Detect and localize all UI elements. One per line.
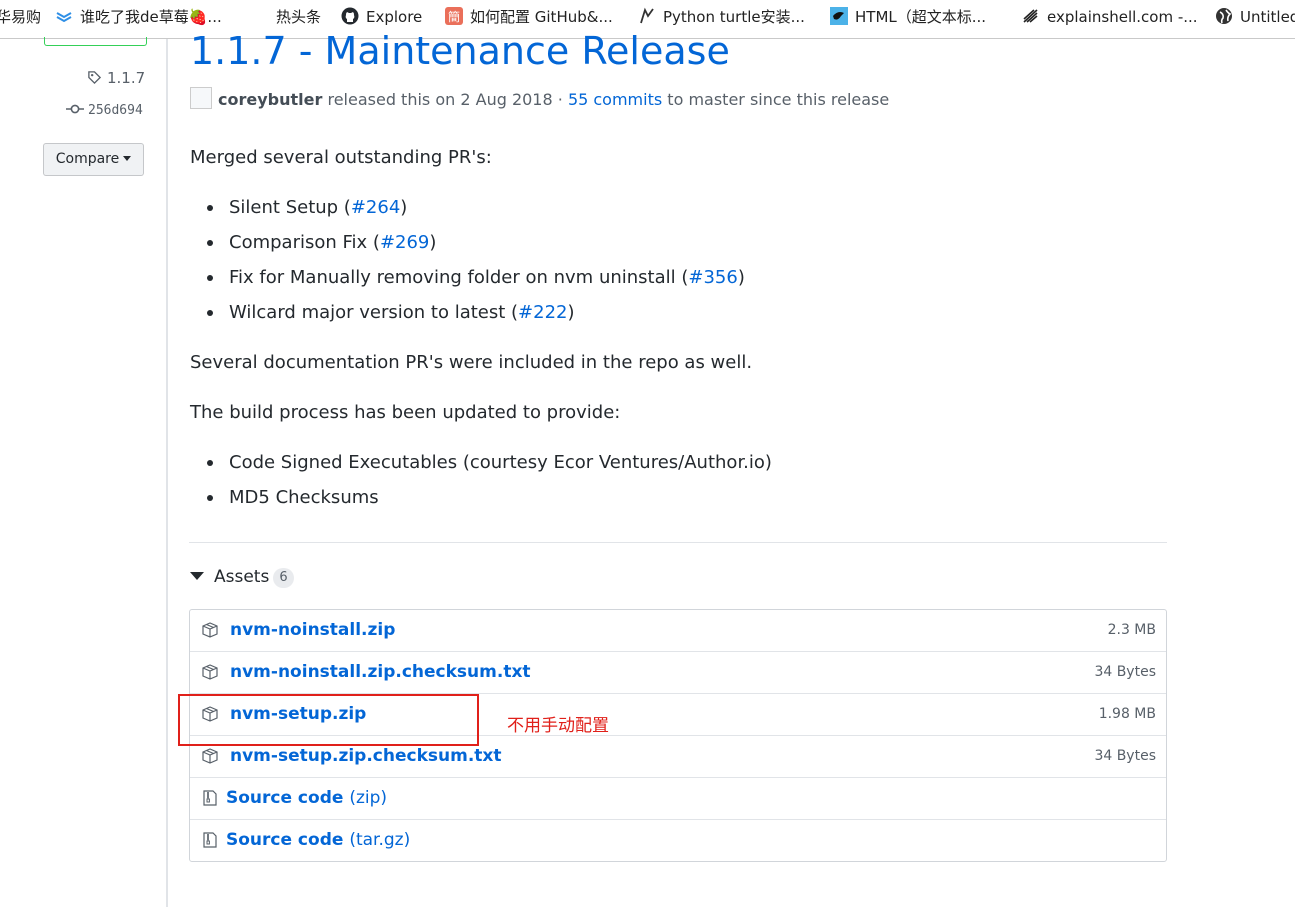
bullet — [207, 495, 213, 501]
release-meta: coreybutler released this on 2 Aug 2018 … — [190, 87, 889, 109]
bookmark-label: HTML（超文本标... — [855, 8, 987, 26]
commit-icon — [66, 104, 84, 114]
bullet — [207, 205, 213, 211]
release-tag[interactable]: 1.1.7 — [87, 69, 145, 87]
pr-link[interactable]: #264 — [351, 197, 400, 218]
bookmark-label: 热头条 — [276, 8, 322, 26]
globe-icon — [1216, 8, 1232, 24]
release-commit[interactable]: 256d694 — [66, 103, 143, 118]
package-icon — [202, 664, 218, 680]
source-row: Source code (tar.gz) — [190, 819, 1166, 861]
list-item: Code Signed Executables (courtesy Ecor V… — [207, 450, 772, 476]
asset-link[interactable]: nvm-noinstall.zip.checksum.txt — [230, 662, 531, 682]
package-icon — [202, 748, 218, 764]
bookmark-label: 华易购 — [0, 8, 42, 26]
docs-paragraph: Several documentation PR's were included… — [190, 352, 753, 373]
commits-link[interactable]: 55 commits — [568, 90, 662, 109]
turtle-icon — [640, 7, 654, 24]
release-sidebar: 1.1.7 256d694 Compare — [0, 37, 168, 907]
bookmark-label: Untitled — [1240, 8, 1295, 26]
asset-row: nvm-noinstall.zip 2.3 MB — [190, 610, 1166, 651]
bookmark-label: explainshell.com -... — [1047, 8, 1198, 26]
bookmark-1[interactable]: 华易购 — [0, 0, 41, 34]
source-row: Source code (zip) — [190, 777, 1166, 819]
commit-hash: 256d694 — [88, 103, 143, 118]
source-link[interactable]: Source code (tar.gz) — [226, 830, 410, 850]
avatar[interactable] — [190, 87, 212, 109]
assets-toggle[interactable]: Assets 6 — [190, 565, 294, 589]
assets-count-badge: 6 — [273, 568, 294, 588]
build-paragraph: The build process has been updated to pr… — [190, 402, 621, 423]
bookmark-label: Python turtle安装... — [663, 8, 805, 26]
tag-label: 1.1.7 — [107, 69, 146, 87]
package-icon — [202, 622, 218, 638]
pr-link[interactable]: #222 — [518, 302, 567, 323]
tag-icon — [88, 71, 102, 85]
asset-size: 1.98 MB — [1098, 706, 1156, 722]
bookmark-8[interactable]: explainshell.com -... — [1022, 0, 1198, 34]
source-link[interactable]: Source code (zip) — [226, 788, 387, 808]
list-item: Silent Setup (#264) — [207, 195, 407, 221]
bookmark-9[interactable]: Untitled — [1215, 0, 1295, 34]
github-icon — [341, 7, 359, 25]
released-text: released this on 2 Aug 2018 · — [327, 90, 563, 109]
asset-size: 34 Bytes — [1094, 664, 1156, 680]
file-zip-icon — [203, 832, 217, 848]
bookmark-label: 如何配置 GitHub&... — [470, 8, 613, 26]
asset-size: 2.3 MB — [1107, 622, 1156, 638]
file-zip-icon — [203, 790, 217, 806]
assets-heading: Assets — [214, 567, 270, 587]
annotation-note: 不用手动配置 — [507, 716, 609, 736]
bullet — [207, 240, 213, 246]
asset-link[interactable]: nvm-noinstall.zip — [230, 620, 395, 640]
bookmark-label: 谁吃了我de草莓🍓... — [80, 8, 222, 26]
pr-link[interactable]: #356 — [688, 267, 737, 288]
bookmark-7[interactable]: HTML（超文本标... — [830, 0, 986, 34]
list-item: Fix for Manually removing folder on nvm … — [207, 265, 745, 291]
release-title[interactable]: 1.1.7 - Maintenance Release — [190, 28, 730, 74]
bullet — [207, 460, 213, 466]
compare-button[interactable]: Compare — [43, 143, 144, 176]
bookmark-label: Explore — [366, 8, 423, 26]
pr-link[interactable]: #269 — [380, 232, 429, 253]
triangle-down-icon — [190, 572, 204, 580]
asset-row: nvm-noinstall.zip.checksum.txt 34 Bytes — [190, 651, 1166, 693]
bird-icon — [830, 7, 848, 25]
list-item: MD5 Checksums — [207, 485, 379, 511]
list-item: Comparison Fix (#269) — [207, 230, 436, 256]
caret-down-icon — [123, 156, 132, 161]
jianshu-icon: 簡 — [445, 7, 463, 25]
asset-link[interactable]: nvm-setup.zip.checksum.txt — [230, 746, 502, 766]
shell-icon — [1023, 9, 1038, 23]
latest-release-badge — [44, 37, 147, 46]
since-text: to master since this release — [667, 90, 890, 109]
divider — [189, 542, 1167, 543]
compare-label: Compare — [55, 151, 120, 167]
highlight-box — [178, 694, 479, 746]
bullet — [207, 275, 213, 281]
author-link[interactable]: coreybutler — [218, 90, 322, 109]
bullet — [207, 310, 213, 316]
svg-text:簡: 簡 — [448, 9, 460, 24]
asset-size: 34 Bytes — [1094, 748, 1156, 764]
release-intro: Merged several outstanding PR's: — [190, 147, 492, 168]
layers-icon — [56, 12, 72, 23]
list-item: Wilcard major version to latest (#222) — [207, 300, 575, 326]
